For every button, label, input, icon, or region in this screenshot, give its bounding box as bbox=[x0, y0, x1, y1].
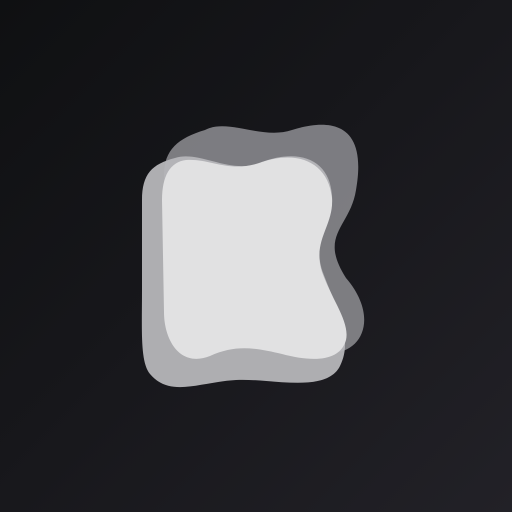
stacked-blob-logo-icon bbox=[141, 124, 365, 388]
app-icon-canvas bbox=[0, 0, 512, 512]
logo-front-layer bbox=[162, 157, 347, 359]
